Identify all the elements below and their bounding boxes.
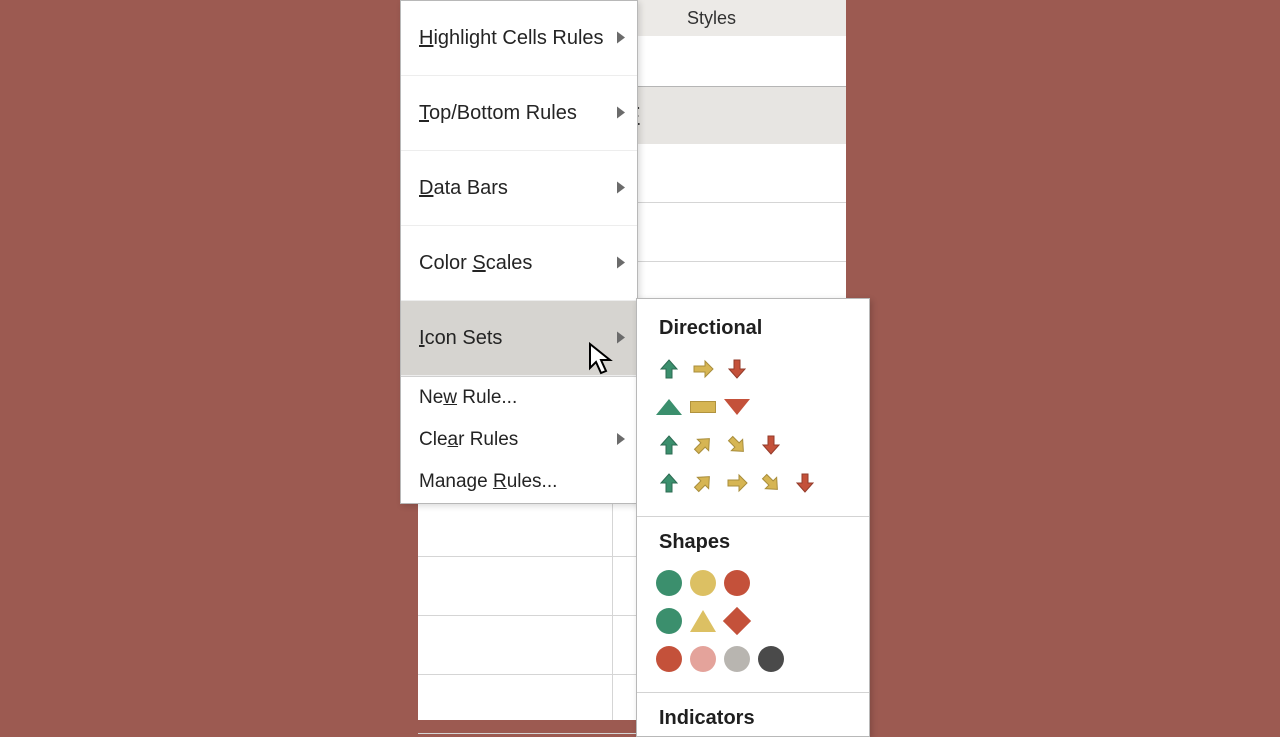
menu-item-label: Highlight Cells Rules [419, 27, 604, 50]
circle-yellow-icon [689, 569, 717, 597]
menu-item-clear-rules[interactable]: Clear Rules [401, 419, 637, 461]
icon-set-4-arrows-colored[interactable] [655, 426, 869, 464]
menu-item-label: Data Bars [419, 177, 508, 200]
arrow-downright-icon [723, 431, 751, 459]
arrow-upright-icon [689, 469, 717, 497]
icon-set-3-triangles[interactable] [655, 388, 869, 426]
circle-red-icon [723, 569, 751, 597]
arrow-up-icon [655, 431, 683, 459]
arrow-up-icon [655, 469, 683, 497]
chevron-right-icon [617, 327, 625, 350]
submenu-section-indicators: Indicators [637, 697, 869, 736]
arrow-upright-icon [689, 431, 717, 459]
menu-item-label: Manage Rules... [419, 471, 557, 493]
triangle-up-icon [655, 393, 683, 421]
arrow-downright-icon [757, 469, 785, 497]
chevron-right-icon [617, 102, 625, 125]
icon-sets-submenu: Directional [636, 298, 870, 737]
circle-silver-icon [723, 645, 751, 673]
submenu-section-shapes: Shapes [637, 521, 869, 560]
menu-item-manage-rules[interactable]: Manage Rules... [401, 461, 637, 503]
arrow-down-icon [791, 469, 819, 497]
submenu-separator [637, 692, 869, 693]
bar-icon [689, 393, 717, 421]
chevron-right-icon [617, 429, 625, 451]
menu-item-label: Icon Sets [419, 327, 502, 350]
menu-item-color-scales[interactable]: Color Scales [401, 226, 637, 301]
chevron-right-icon [617, 27, 625, 50]
icon-set-5-arrows-colored[interactable] [655, 464, 869, 502]
triangle-down-icon [723, 393, 751, 421]
diamond-red-icon [723, 607, 751, 635]
menu-item-label: Top/Bottom Rules [419, 102, 577, 125]
menu-item-new-rule[interactable]: New Rule... [401, 377, 637, 419]
menu-item-top-bottom-rules[interactable]: Top/Bottom Rules [401, 76, 637, 151]
menu-item-label: Color Scales [419, 252, 532, 275]
circle-pink-icon [689, 645, 717, 673]
menu-item-icon-sets[interactable]: Icon Sets [401, 301, 637, 376]
circle-green-icon [655, 607, 683, 635]
menu-item-highlight-cells-rules[interactable]: Highlight Cells Rules [401, 1, 637, 76]
menu-item-label: Clear Rules [419, 429, 518, 451]
menu-item-data-bars[interactable]: Data Bars [401, 151, 637, 226]
circle-red-icon [655, 645, 683, 673]
arrow-down-icon [723, 355, 751, 383]
ribbon-group-label: Styles [687, 8, 736, 29]
triangle-yellow-icon [689, 607, 717, 635]
menu-item-label: New Rule... [419, 387, 517, 409]
icon-set-3-traffic-lights[interactable] [655, 564, 869, 602]
arrow-right-icon [723, 469, 751, 497]
circle-green-icon [655, 569, 683, 597]
icon-set-4-lights[interactable] [655, 640, 869, 678]
conditional-formatting-menu: Highlight Cells Rules Top/Bottom Rules D… [400, 0, 638, 504]
arrow-up-icon [655, 355, 683, 383]
submenu-separator [637, 516, 869, 517]
icon-set-3-signs[interactable] [655, 602, 869, 640]
arrow-right-icon [689, 355, 717, 383]
chevron-right-icon [617, 252, 625, 275]
arrow-down-icon [757, 431, 785, 459]
icon-set-3-arrows-colored[interactable] [655, 350, 869, 388]
submenu-section-directional: Directional [637, 307, 869, 346]
chevron-right-icon [617, 177, 625, 200]
circle-black-icon [757, 645, 785, 673]
